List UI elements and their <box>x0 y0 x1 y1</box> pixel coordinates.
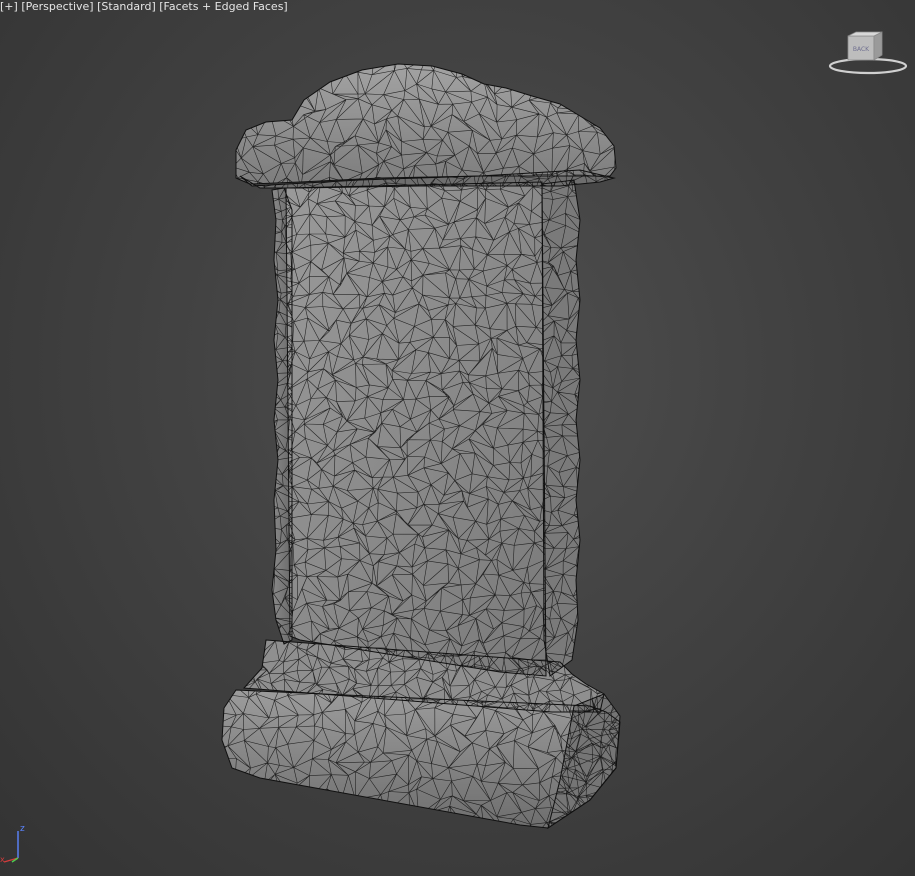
mesh-pillar-right <box>542 180 580 676</box>
axis-tripod-icon: z x <box>0 824 25 864</box>
tombstone-mesh[interactable] <box>0 0 915 876</box>
viewcube-ring-icon[interactable] <box>828 57 908 75</box>
axis-x-label: x <box>0 855 5 864</box>
viewcube-icon[interactable]: BACK <box>826 28 910 80</box>
viewcube-side-icon[interactable] <box>873 31 883 61</box>
axis-z-label: z <box>20 824 25 834</box>
perspective-viewport[interactable]: [+] [Perspective] [Standard] [Facets + E… <box>0 0 915 876</box>
viewcube-face-label: BACK <box>853 46 870 53</box>
